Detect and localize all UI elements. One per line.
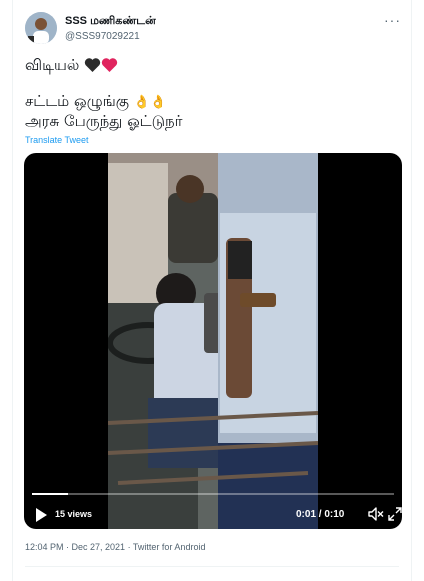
- source-label[interactable]: Twitter for Android: [133, 542, 206, 552]
- tweet-text-line-3: அரசு பேருந்து ஓட்டுநர்: [25, 112, 183, 130]
- timestamp[interactable]: 12:04 PM · Dec 27, 2021: [25, 542, 125, 552]
- user-handle[interactable]: @SSS97029221: [65, 31, 140, 42]
- view-count: 15 views: [55, 509, 93, 519]
- fullscreen-icon[interactable]: [388, 507, 402, 521]
- tweet-text-line-2: சட்டம் ஒழுங்கு 👌👌: [25, 92, 166, 112]
- progress-fill: [32, 493, 69, 495]
- tweet-text-phrase: சட்டம் ஒழுங்கு: [25, 92, 129, 110]
- red-heart-icon: [101, 57, 118, 76]
- avatar[interactable]: [25, 12, 57, 44]
- ok-hand-icon: 👌👌: [133, 95, 167, 110]
- display-name[interactable]: SSS மணிகண்டன்: [65, 15, 156, 29]
- tweet-meta: 12:04 PM · Dec 27, 2021 · Twitter for An…: [25, 542, 205, 552]
- tweet-text-word: விடியல்: [25, 56, 80, 74]
- translate-tweet-link[interactable]: Translate Tweet: [25, 135, 89, 145]
- video-player[interactable]: 15 views 0:01 / 0:10: [24, 153, 402, 529]
- divider: [25, 566, 399, 567]
- black-heart-icon: [84, 57, 101, 76]
- more-icon[interactable]: ···: [384, 12, 401, 28]
- play-icon[interactable]: [34, 507, 48, 523]
- volume-icon[interactable]: [368, 506, 384, 522]
- video-frame: [108, 153, 318, 529]
- video-time: 0:01 / 0:10: [296, 509, 345, 520]
- tweet-card: SSS மணிகண்டன் @SSS97029221 ··· விடியல் ச…: [12, 0, 412, 581]
- tweet-text-line-1: விடியல்: [25, 56, 118, 76]
- progress-bar[interactable]: [32, 493, 394, 495]
